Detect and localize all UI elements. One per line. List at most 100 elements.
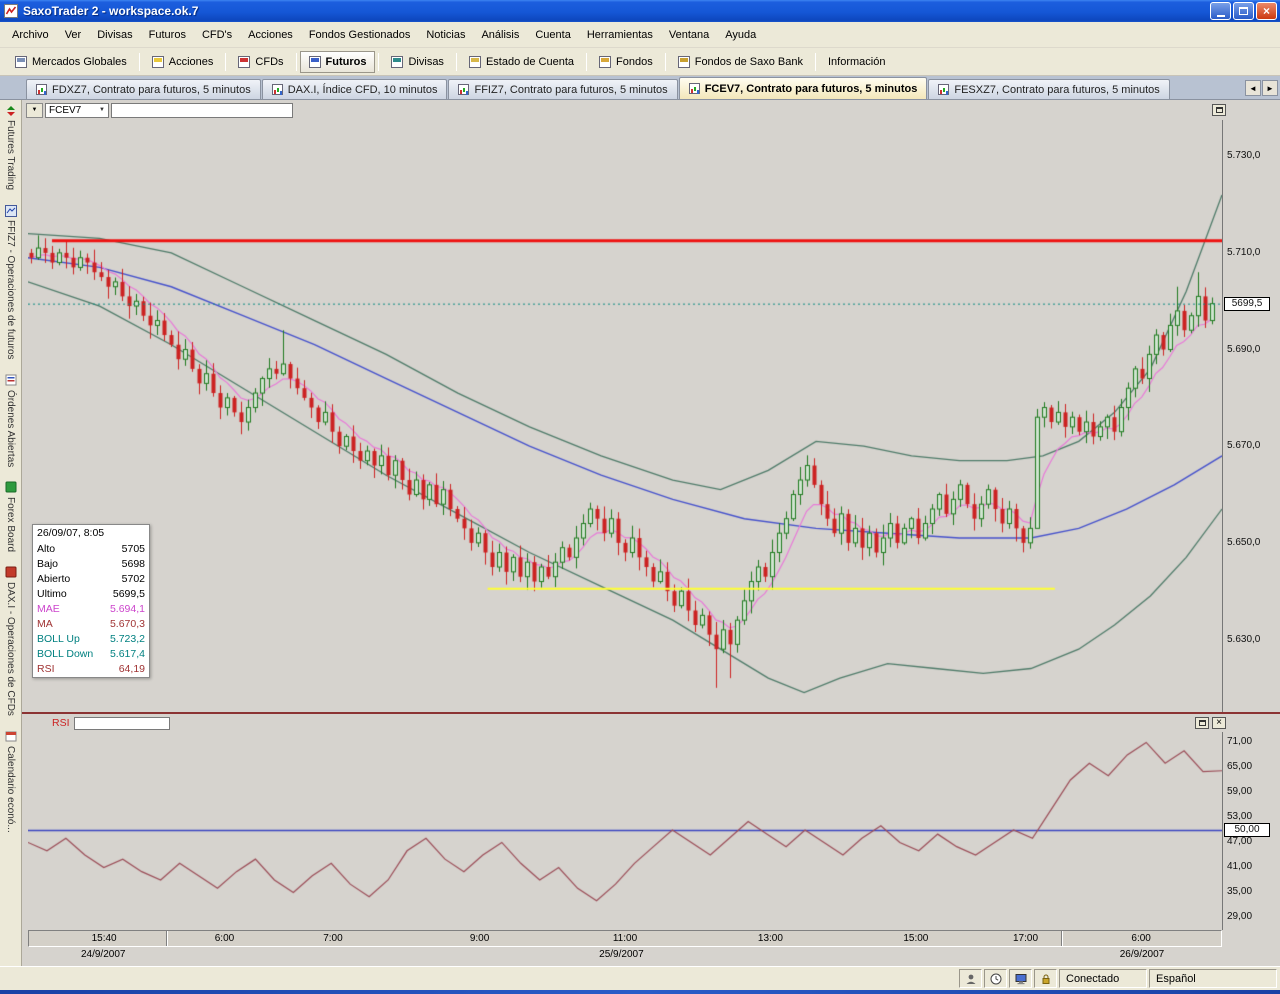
time-axis-label: 6:00 [1131, 933, 1150, 944]
main-area: Futures Trading FFIZ7 - Operaciones de f… [0, 100, 1280, 966]
menu-item-ver[interactable]: Ver [57, 25, 90, 45]
tab-daxi[interactable]: DAX.I, Índice CFD, 10 minutos [262, 79, 448, 99]
toolbar-button-fondos-saxo-bank[interactable]: Fondos de Saxo Bank [669, 51, 812, 73]
clock-icon [990, 973, 1002, 985]
info-row-bajo: Bajo 5698 [33, 557, 149, 572]
tab-scroll-left-icon[interactable]: ◄ [1245, 80, 1261, 96]
toolbar-button-informacion[interactable]: Información [819, 51, 894, 73]
menu-item-herramientas[interactable]: Herramientas [579, 25, 661, 45]
global-markets-icon [15, 56, 27, 68]
chart-tab-strip: FDXZ7, Contrato para futuros, 5 minutos … [0, 76, 1280, 100]
chevron-down-icon: ▼ [32, 107, 38, 113]
futures-arrows-icon [4, 104, 17, 117]
close-button[interactable]: × [1256, 2, 1277, 20]
stocks-icon [152, 56, 164, 68]
price-axis-label: 5.710,0 [1227, 247, 1260, 258]
status-clock-cell[interactable] [984, 969, 1007, 988]
rsi-mid-marker: 50,00 [1224, 823, 1270, 837]
sidebar-item-label: Forex Board [5, 497, 16, 552]
toolbar-button-fondos[interactable]: Fondos [590, 51, 662, 73]
forex-board-icon [4, 481, 17, 494]
window-bottom-border [0, 990, 1280, 994]
rsi-chart-canvas[interactable] [28, 732, 1222, 930]
window-title: SaxoTrader 2 - workspace.ok.7 [23, 4, 1208, 18]
symbol-search-input[interactable] [111, 103, 293, 118]
info-box-timestamp: 26/09/07, 8:05 [33, 525, 149, 542]
chart-list-dropdown[interactable]: ▼ [26, 103, 43, 118]
price-axis-label: 5.630,0 [1227, 634, 1260, 645]
tab-fcev7[interactable]: FCEV7, Contrato para futuros, 5 minutos [679, 77, 928, 99]
rsi-maximize-button[interactable] [1195, 717, 1209, 729]
calendar-icon [4, 730, 17, 743]
symbol-combo[interactable]: FCEV7 ▼ [45, 103, 109, 118]
network-icon [1015, 973, 1027, 985]
info-label: Bajo [37, 558, 58, 570]
toolbar-button-label: Fondos [616, 56, 653, 68]
tab-ffiz7[interactable]: FFIZ7, Contrato para futuros, 5 minutos [448, 79, 677, 99]
rsi-settings-input[interactable] [74, 717, 170, 730]
toolbar-button-label: Futuros [326, 56, 367, 68]
futures-icon [309, 56, 321, 68]
chart-maximize-button[interactable] [1212, 104, 1226, 116]
menu-item-analisis[interactable]: Análisis [473, 25, 527, 45]
menu-item-cuenta[interactable]: Cuenta [527, 25, 578, 45]
sidebar-item-futures-trading[interactable]: Futures Trading [4, 104, 17, 190]
chart-tab-icon [272, 84, 283, 95]
menu-item-acciones[interactable]: Acciones [240, 25, 301, 45]
status-network-cell[interactable] [1009, 969, 1032, 988]
tab-fdxz7[interactable]: FDXZ7, Contrato para futuros, 5 minutos [26, 79, 261, 99]
menu-item-noticias[interactable]: Noticias [418, 25, 473, 45]
maximize-button[interactable] [1233, 2, 1254, 20]
toolbar-button-estado-de-cuenta[interactable]: Estado de Cuenta [460, 51, 583, 73]
cfd-trades-icon [4, 566, 17, 579]
language-selector[interactable]: Español [1149, 969, 1277, 988]
info-label: Abierto [37, 573, 70, 585]
toolbar-button-cfds[interactable]: CFDs [229, 51, 292, 73]
time-axis-bar[interactable]: 15:406:007:009:0011:0013:0015:0017:006:0… [28, 930, 1222, 947]
price-axis: 5699,5 5.730,05.710,05.690,05.670,05.650… [1224, 120, 1278, 712]
rsi-panel-controls: × [1195, 717, 1226, 729]
menu-item-cfds[interactable]: CFD's [194, 25, 240, 45]
info-label: Ultimo [37, 588, 67, 600]
session-separator [1061, 931, 1063, 946]
info-value: 5.723,2 [110, 633, 145, 645]
rsi-axis-label: 71,00 [1227, 736, 1252, 747]
toolbar-separator [665, 53, 666, 71]
toolbar-button-mercados-globales[interactable]: Mercados Globales [6, 51, 136, 73]
rsi-panel-header: RSI × [22, 712, 1280, 732]
rsi-close-button[interactable]: × [1212, 717, 1226, 729]
info-label: MA [37, 618, 53, 630]
minimize-button[interactable] [1210, 2, 1231, 20]
sidebar-item-daxi-cfds[interactable]: DAX.I - Operaciones de CFDs [4, 566, 17, 716]
fx-icon [391, 56, 403, 68]
menu-item-fondos-gestionados[interactable]: Fondos Gestionados [301, 25, 419, 45]
toolbar-button-futuros[interactable]: Futuros [300, 51, 376, 73]
tab-fesxz7[interactable]: FESXZ7, Contrato para futuros, 5 minutos [928, 79, 1169, 99]
menu-item-ayuda[interactable]: Ayuda [717, 25, 764, 45]
connection-status: Conectado [1059, 969, 1147, 988]
menu-item-ventana[interactable]: Ventana [661, 25, 717, 45]
price-axis-label: 5.690,0 [1227, 344, 1260, 355]
chart-tab-icon [36, 84, 47, 95]
tab-label: FCEV7, Contrato para futuros, 5 minutos [705, 83, 918, 95]
sidebar-item-calendario[interactable]: Calendario econó... [4, 730, 17, 833]
tab-scroll-right-icon[interactable]: ► [1262, 80, 1278, 96]
toolbar-button-acciones[interactable]: Acciones [143, 51, 223, 73]
toolbar-button-label: Acciones [169, 56, 214, 68]
status-user-cell[interactable] [959, 969, 982, 988]
toolbar-button-label: Mercados Globales [32, 56, 127, 68]
rsi-axis-label: 35,00 [1227, 886, 1252, 897]
saxo-funds-icon [678, 56, 690, 68]
sidebar-item-forex-board[interactable]: Forex Board [4, 481, 17, 552]
menu-item-divisas[interactable]: Divisas [89, 25, 140, 45]
menu-item-archivo[interactable]: Archivo [4, 25, 57, 45]
sidebar-item-ordenes-abiertas[interactable]: Órdenes Abiertas [4, 374, 17, 467]
price-chart-canvas[interactable] [28, 120, 1222, 712]
sidebar-item-ffiz7-futuros[interactable]: FFIZ7 - Operaciones de futuros [4, 204, 17, 360]
info-row-ma: MA5.670,3 [33, 617, 149, 632]
status-lock-cell[interactable] [1034, 969, 1057, 988]
menu-item-futuros[interactable]: Futuros [141, 25, 194, 45]
toolbar-button-divisas[interactable]: Divisas [382, 51, 452, 73]
info-value: 5698 [122, 558, 145, 570]
sidebar-item-label: Calendario econó... [5, 746, 16, 833]
